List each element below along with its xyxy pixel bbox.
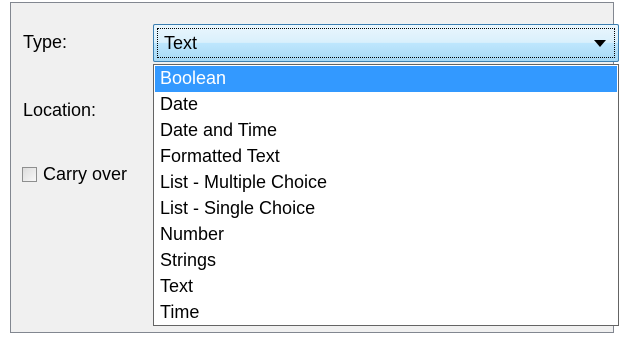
carry-over-checkbox[interactable]	[22, 166, 37, 182]
dropdown-option-date[interactable]: Date	[155, 92, 617, 118]
carry-over-label: Carry over	[43, 163, 128, 184]
carry-over-row[interactable]: Carry over	[22, 163, 168, 185]
type-combobox-value: Text	[164, 33, 198, 53]
focus-rectangle	[157, 28, 615, 58]
location-label: Location:	[23, 100, 97, 120]
dropdown-option-boolean[interactable]: Boolean	[155, 66, 617, 92]
type-dropdown-list[interactable]: Boolean Date Date and Time Formatted Tex…	[153, 64, 619, 326]
dropdown-option-strings[interactable]: Strings	[155, 248, 617, 274]
dropdown-option-list-single-choice[interactable]: List - Single Choice	[155, 196, 617, 222]
type-label: Type:	[23, 32, 68, 52]
dropdown-option-text[interactable]: Text	[155, 274, 617, 300]
dropdown-option-number[interactable]: Number	[155, 222, 617, 248]
dropdown-option-list-multiple-choice[interactable]: List - Multiple Choice	[155, 170, 617, 196]
dropdown-option-date-and-time[interactable]: Date and Time	[155, 118, 617, 144]
type-combobox[interactable]: Text	[153, 24, 619, 62]
chevron-down-icon[interactable]	[594, 40, 606, 47]
dropdown-option-formatted-text[interactable]: Formatted Text	[155, 144, 617, 170]
dropdown-option-time[interactable]: Time	[155, 300, 617, 326]
